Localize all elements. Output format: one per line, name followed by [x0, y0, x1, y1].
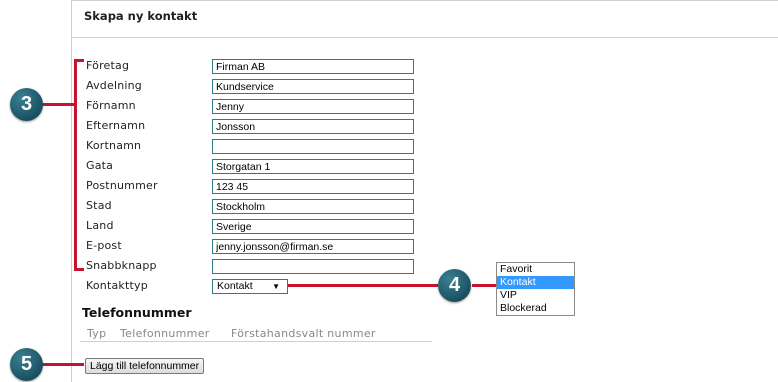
land-input[interactable]: [212, 219, 414, 234]
callout-5-badge: 5: [10, 348, 43, 381]
foretag-input[interactable]: [212, 59, 414, 74]
label-avdelning: Avdelning: [86, 79, 142, 92]
kontakttyp-selected-value: Kontakt: [217, 280, 253, 292]
dropdown-arrow-icon: ▼: [272, 282, 280, 291]
form-title: Skapa ny kontakt: [84, 9, 198, 23]
kontakttyp-dropdown-list: Favorit Kontakt VIP Blockerad: [496, 262, 575, 316]
phone-col-telefonnummer: Telefonnummer: [120, 327, 210, 340]
callout-4-connector-right: [472, 284, 496, 287]
callout-4-badge: 4: [438, 269, 471, 302]
label-efternamn: Efternamn: [86, 119, 146, 132]
phone-table-divider: [80, 341, 432, 342]
dropdown-option-kontakt[interactable]: Kontakt: [497, 276, 574, 289]
phone-heading: Telefonnummer: [82, 305, 192, 320]
callout-4-connector: [288, 284, 438, 287]
snabbknapp-input[interactable]: [212, 259, 414, 274]
callout-3-bracket-bottom: [74, 268, 84, 271]
callout-3-bracket-top: [74, 59, 84, 62]
label-stad: Stad: [86, 199, 112, 212]
label-fornamn: Förnamn: [86, 99, 136, 112]
efternamn-input[interactable]: [212, 119, 414, 134]
avdelning-input[interactable]: [212, 79, 414, 94]
add-phone-button[interactable]: Lägg till telefonnummer: [85, 358, 205, 374]
stad-input[interactable]: [212, 199, 414, 214]
phone-col-typ: Typ: [87, 327, 107, 340]
callout-3-connector: [40, 103, 76, 106]
kontakttyp-select[interactable]: Kontakt ▼: [212, 279, 288, 294]
label-gata: Gata: [86, 159, 114, 172]
title-divider: [72, 37, 778, 38]
callout-5-connector: [40, 363, 84, 366]
label-epost: E-post: [86, 239, 122, 252]
phone-col-forstahandsvalt: Förstahandsvalt nummer: [231, 327, 376, 340]
label-foretag: Företag: [86, 59, 130, 72]
dropdown-option-favorit[interactable]: Favorit: [497, 263, 574, 276]
label-kontakttyp: Kontakttyp: [86, 279, 148, 292]
postnummer-input[interactable]: [212, 179, 414, 194]
callout-3-bracket: [74, 59, 77, 271]
label-postnummer: Postnummer: [86, 179, 158, 192]
label-kortnamn: Kortnamn: [86, 139, 142, 152]
callout-3-badge: 3: [10, 88, 43, 121]
dropdown-option-blockerad[interactable]: Blockerad: [497, 302, 574, 315]
contact-form-panel: Skapa ny kontakt Företag Avdelning Förna…: [71, 0, 778, 382]
fornamn-input[interactable]: [212, 99, 414, 114]
kortnamn-input[interactable]: [212, 139, 414, 154]
epost-input[interactable]: [212, 239, 414, 254]
dropdown-option-vip[interactable]: VIP: [497, 289, 574, 302]
label-land: Land: [86, 219, 114, 232]
label-snabbknapp: Snabbknapp: [86, 259, 157, 272]
gata-input[interactable]: [212, 159, 414, 174]
